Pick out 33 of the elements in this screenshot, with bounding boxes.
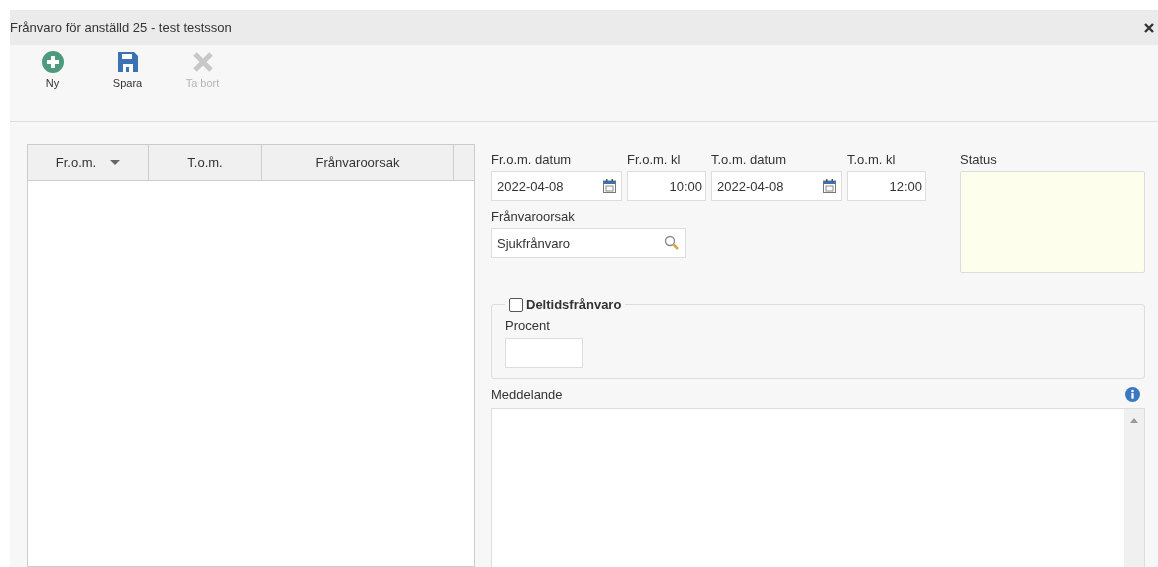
calendar-icon[interactable] (603, 179, 616, 193)
scroll-up-icon[interactable] (1130, 418, 1138, 423)
field-label: T.o.m. kl (847, 152, 897, 167)
plus-icon (41, 51, 64, 73)
close-icon[interactable] (1144, 22, 1154, 33)
reason-field[interactable]: Sjukfrånvaro (491, 228, 686, 258)
sort-caret-icon[interactable] (110, 160, 121, 165)
field-label: T.o.m. datum (711, 152, 788, 167)
info-icon[interactable] (1125, 387, 1140, 402)
column-header[interactable]: T.o.m. (149, 145, 262, 180)
calendar-icon[interactable] (823, 179, 836, 193)
cross-icon (191, 51, 214, 73)
field-label: Meddelande (491, 387, 563, 402)
toolbar-button[interactable]: Spara (100, 51, 155, 89)
percent-field[interactable] (505, 338, 583, 368)
search-icon[interactable] (664, 235, 680, 251)
time-field[interactable]: 12:00 (847, 171, 926, 201)
time-field[interactable]: 10:00 (627, 171, 706, 201)
date-field[interactable]: 2022-04-08 (491, 171, 622, 201)
field-label: Status (960, 152, 998, 167)
toolbar-button[interactable]: Ny (25, 51, 80, 89)
checkbox[interactable] (509, 297, 523, 312)
field-label: Fr.o.m. kl (627, 152, 682, 167)
field-label: Frånvaroorsak (491, 209, 576, 224)
column-header[interactable]: Frånvaroorsak (262, 145, 454, 180)
field-label: Fr.o.m. datum (491, 152, 573, 167)
message-field[interactable] (491, 408, 1145, 567)
column-header[interactable]: Fr.o.m. (28, 145, 149, 180)
date-field[interactable]: 2022-04-08 (711, 171, 842, 201)
window-title: Frånvaro för anställd 25 - test testsson (10, 20, 232, 35)
scrollbar[interactable] (1124, 409, 1144, 567)
checkbox-label[interactable]: Deltidsfrånvaro (526, 297, 622, 312)
field-label: Procent (505, 318, 550, 333)
